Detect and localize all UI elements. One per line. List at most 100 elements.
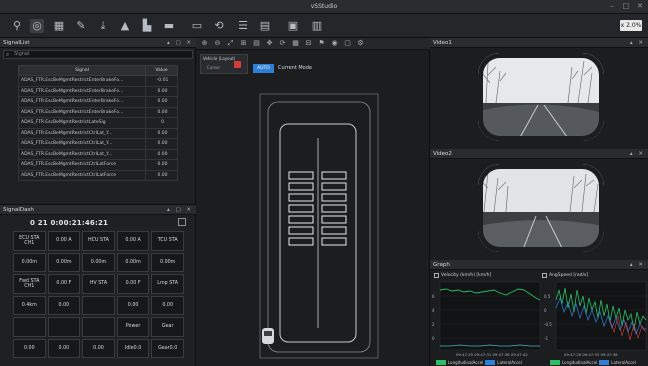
parking-slot[interactable] bbox=[321, 193, 347, 202]
monitor-icon[interactable]: ▭ bbox=[190, 19, 204, 33]
panel-controls-icon[interactable]: ▴ ▢ ✕ bbox=[167, 205, 193, 215]
video2-panel: Video2 ▴ ✕ bbox=[430, 149, 648, 260]
svg-text:0: 0 bbox=[432, 336, 435, 341]
parking-slot[interactable] bbox=[321, 215, 347, 224]
video2-header: Video2 ▴ ✕ bbox=[430, 149, 648, 159]
video2-frame[interactable] bbox=[478, 164, 604, 252]
close-icon[interactable]: ✕ bbox=[636, 2, 644, 10]
table-row[interactable]: ADAS_FTR.EscBeMgmtRestrictEnterBrakeFo..… bbox=[18, 75, 178, 87]
parking-slot[interactable] bbox=[321, 237, 347, 246]
time-axis-right: 09:47:28 09:47:33 09:47:38 bbox=[564, 352, 618, 357]
signal-name-cell: ADAS_FTR.EscBeMgmtRestrictLateSig bbox=[18, 117, 146, 129]
dash-cell: 0.00m bbox=[151, 252, 184, 272]
parking-slot[interactable] bbox=[288, 226, 314, 235]
parking-slot[interactable] bbox=[288, 171, 314, 180]
table-row[interactable]: ADAS_FTR.EscBeMgmtRestrictLateSig 0 bbox=[18, 117, 178, 129]
dash-cell: Gear0.0 bbox=[151, 338, 184, 358]
panel-controls-icon[interactable]: ▴ ✕ bbox=[630, 38, 645, 48]
legend-swatch-green bbox=[550, 360, 560, 365]
table-row[interactable]: ADAS_FTR.EscBeMgmtRestrictCtrlLatForce 0.… bbox=[18, 159, 178, 171]
column-header-signal[interactable]: Signal bbox=[18, 65, 146, 76]
svg-text:-1: -1 bbox=[544, 336, 548, 341]
table-row[interactable]: ADAS_FTR.EscBeMgmtRestrictCtrlLat_Y... 0.… bbox=[18, 148, 178, 160]
panel-controls-icon[interactable]: ▴ ▢ ✕ bbox=[167, 38, 193, 48]
parking-slot[interactable] bbox=[288, 204, 314, 213]
signal-graph-plot[interactable]: 6 4 2 0 0.5 0 -0.5 -1 bbox=[430, 260, 648, 366]
grid-icon[interactable]: ▦ bbox=[52, 19, 66, 33]
signal-list-title: SignalList bbox=[3, 40, 30, 46]
table-row[interactable]: ADAS_FTR.EscBeMgmtRestrictEnterBrakeFo..… bbox=[18, 96, 178, 108]
legend-swatch-blue bbox=[599, 360, 610, 365]
signal-value-cell: 0.00 bbox=[145, 96, 178, 108]
layout-icon[interactable]: ◎ bbox=[30, 19, 44, 33]
signal-value-cell: 0.00 bbox=[145, 127, 178, 139]
speed-indicator[interactable]: x 2.0% bbox=[620, 20, 642, 31]
parking-slot[interactable] bbox=[288, 237, 314, 246]
table-row[interactable]: ADAS_FTR.EscBeMgmtRestrictCtrlLat_Y... 0.… bbox=[18, 127, 178, 139]
table-row[interactable]: ADAS_FTR.EscBeMgmtRestrictCtrlLat_Y... 0.… bbox=[18, 138, 178, 150]
column-header-value[interactable]: Value bbox=[145, 65, 178, 76]
parking-slot[interactable] bbox=[288, 182, 314, 191]
dash-cell: Fwd STA CH1 bbox=[13, 274, 46, 294]
dash-cell: 0.00 bbox=[13, 338, 46, 358]
video1-frame[interactable] bbox=[478, 53, 604, 141]
graph-foot-legend-right[interactable]: LongitudinalAccel LateralAccel bbox=[550, 360, 636, 365]
signal-name-cell: ADAS_FTR.EscBeMgmtRestrictCtrlLat_Y... bbox=[18, 127, 146, 139]
table-row[interactable]: ADAS_FTR.EscBeMgmtRestrictCtrlLatForce 0.… bbox=[18, 169, 178, 181]
svg-text:4: 4 bbox=[432, 308, 435, 313]
legend-swatch-blue bbox=[485, 360, 496, 365]
dash-cell: 0.00 F bbox=[47, 274, 81, 294]
download-icon[interactable]: ⤓ bbox=[96, 19, 110, 33]
maximize-icon[interactable]: □ bbox=[622, 2, 630, 10]
foot-right-b: LateralAccel bbox=[611, 360, 636, 365]
dash-cell: 0.4km bbox=[13, 295, 46, 315]
parking-slot[interactable] bbox=[288, 215, 314, 224]
pin-icon[interactable]: ⚲ bbox=[10, 19, 24, 33]
dash-cell: HV STA bbox=[82, 274, 115, 294]
tool-icon[interactable]: ✎ bbox=[74, 19, 88, 33]
folder-icon[interactable]: ▬ bbox=[162, 19, 176, 33]
graph-foot-legend-left[interactable]: LongitudinalAccel LateralAccel bbox=[436, 360, 522, 365]
minimize-icon[interactable]: – bbox=[608, 2, 616, 10]
parking-layout-view[interactable] bbox=[196, 38, 430, 366]
dash-cell bbox=[82, 295, 115, 315]
panel-controls-icon[interactable]: ▴ ✕ bbox=[630, 149, 645, 159]
parking-slot[interactable] bbox=[321, 182, 347, 191]
table-row[interactable]: ADAS_FTR.EscBeMgmtRestrictEnterBrakeFo..… bbox=[18, 85, 178, 97]
left-slots bbox=[288, 171, 314, 246]
doc-split-icon[interactable]: ▥ bbox=[310, 19, 324, 33]
sync-icon[interactable]: ⟲ bbox=[212, 19, 226, 33]
signal-value-cell: 0 bbox=[145, 117, 178, 129]
dash-cell: Gear bbox=[151, 317, 184, 337]
chart-icon[interactable]: ▲ bbox=[118, 19, 132, 33]
sliders-icon[interactable]: ☰ bbox=[236, 19, 250, 33]
signal-value-cell: 0.00 bbox=[145, 138, 178, 150]
parking-slot[interactable] bbox=[321, 226, 347, 235]
inner-boundary bbox=[267, 101, 371, 353]
signal-name-cell: ADAS_FTR.EscBeMgmtRestrictCtrlLat_Y... bbox=[18, 138, 146, 150]
left-column: SignalList ▴ ▢ ✕ ⌕ Signal Signal Value A… bbox=[0, 38, 196, 366]
table-row[interactable]: ADAS_FTR.EscBeMgmtRestrictEnterBrakeFo..… bbox=[18, 106, 178, 118]
signal-value-cell: 0.00 bbox=[145, 106, 178, 118]
parking-slot[interactable] bbox=[321, 204, 347, 213]
right-slots bbox=[321, 171, 347, 246]
signal-table: Signal Value ADAS_FTR.EscBeMgmtRestrictE… bbox=[18, 65, 178, 181]
dash-headline: 0 21 0:00:21:46:21 bbox=[30, 219, 109, 227]
chart-bars-icon[interactable]: ▙ bbox=[140, 19, 154, 33]
main-toolbar: ⚲ ◎ ▦ ✎ ⤓ ▲ ▙ ▬ ▭ ⟲ ☰ ▤ ▣ ▥ x 2.0% bbox=[0, 14, 648, 38]
signal-filter-input[interactable]: ⌕ Signal bbox=[3, 50, 193, 59]
document-icon[interactable]: ▣ bbox=[286, 19, 300, 33]
dash-expand-icon[interactable] bbox=[178, 218, 186, 226]
search-icon: ⌕ bbox=[6, 51, 10, 58]
foot-left-a: LongitudinalAccel bbox=[448, 360, 484, 365]
signal-name-cell: ADAS_FTR.EscBeMgmtRestrictEnterBrakeFo..… bbox=[18, 75, 146, 87]
dash-cell: 0.00 bbox=[47, 338, 81, 358]
parking-slot[interactable] bbox=[321, 171, 347, 180]
right-column: Video1 ▴ ✕ Video2 ▴ ✕ Graph ▴ ✕ Velocity… bbox=[430, 38, 648, 366]
time-axis-left: 09:47:25 09:47:31 09:47:36 09:47:42 bbox=[456, 352, 528, 357]
signal-dash-title: SignalDash bbox=[3, 207, 34, 213]
vehicle-layout-panel: ⊕ ⊖ ⤢ ⊞ ▤ ✥ ⟳ ▦ ⊟ ⚑ ◉ ▢ ⚙ Vehicle (Layout) Cursor AU… bbox=[196, 38, 430, 366]
signal-name-cell: ADAS_FTR.EscBeMgmtRestrictEnterBrakeFo..… bbox=[18, 106, 146, 118]
parking-slot[interactable] bbox=[288, 193, 314, 202]
panel-icon[interactable]: ▤ bbox=[258, 19, 272, 33]
